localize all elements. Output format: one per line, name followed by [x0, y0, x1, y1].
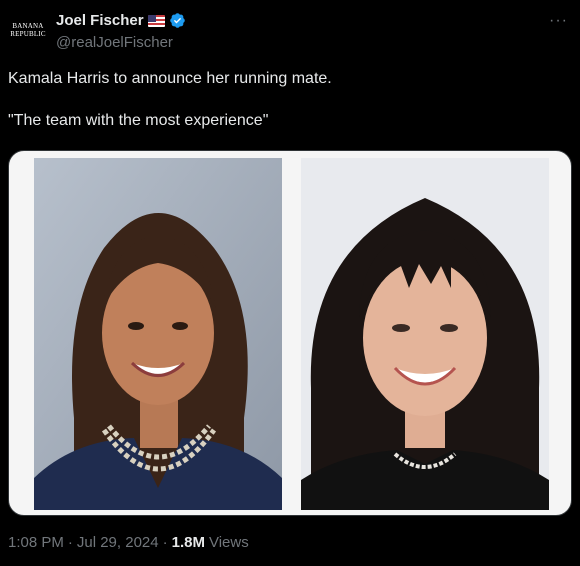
more-horizontal-icon[interactable]: ··· — [549, 12, 568, 30]
tweet-text: Kamala Harris to announce her running ma… — [8, 68, 568, 131]
author-name-row: Joel Fischer — [56, 12, 186, 29]
media-photo-right[interactable] — [301, 158, 549, 510]
portrait-photo-icon — [34, 158, 282, 510]
views-count: 1.8M — [171, 534, 205, 551]
tweet-media[interactable] — [8, 150, 572, 516]
display-name[interactable]: Joel Fischer — [56, 12, 144, 29]
meta-separator: · — [162, 534, 168, 551]
tweet-date[interactable]: Jul 29, 2024 — [77, 534, 159, 551]
tweet-text-line1: Kamala Harris to announce her running ma… — [8, 70, 332, 87]
avatar[interactable]: BANANA REPUBLIC — [8, 10, 48, 50]
us-flag-icon — [147, 14, 165, 27]
tweet-time[interactable]: 1:08 PM — [8, 534, 64, 551]
avatar-text-line2: REPUBLIC — [10, 30, 46, 38]
verified-badge-icon[interactable] — [169, 12, 186, 29]
meta-separator: · — [67, 534, 73, 551]
tweet-meta: 1:08 PM · Jul 29, 2024 · 1.8M Views — [8, 534, 249, 551]
portrait-photo-icon — [301, 158, 549, 510]
author-handle[interactable]: @realJoelFischer — [56, 34, 173, 51]
views-label: Views — [208, 534, 249, 551]
tweet-text-line2: "The team with the most experience" — [8, 112, 269, 129]
media-photo-left[interactable] — [34, 158, 282, 510]
avatar-text-line1: BANANA — [12, 22, 44, 30]
